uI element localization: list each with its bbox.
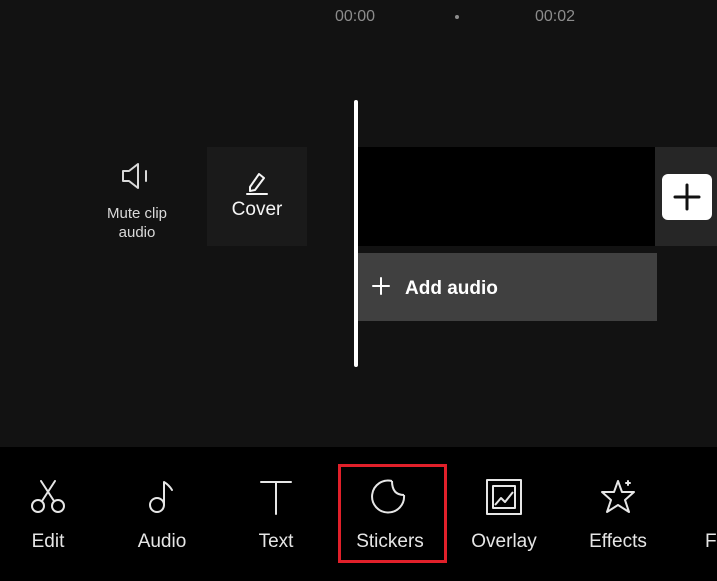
scissors-icon [0,477,103,517]
time-dot [455,15,459,19]
overlay-icon [449,477,559,517]
time-marker-2s: 00:02 [535,8,576,25]
toolbar-label-effects: Effects [589,531,647,552]
toolbar-label-stickers: Stickers [356,531,424,552]
toolbar-item-filters[interactable]: Fi [677,447,717,581]
toolbar-item-text[interactable]: Text [221,447,331,581]
timeline-editor: 00:00 00:02 Mute clip audio Cover Add au… [0,0,717,447]
pencil-icon [207,170,307,196]
cover-label: Cover [231,199,283,220]
sticker-icon [335,477,445,517]
mute-clip-audio-label: Mute clip audio [106,205,168,241]
add-audio-label: Add audio [405,278,498,299]
toolbar-label-edit: Edit [31,531,65,552]
sparkle-star-icon [563,477,673,517]
mute-clip-audio-button[interactable]: Mute clip audio [96,160,178,242]
filter-icon [677,477,717,517]
toolbar-item-edit[interactable]: Edit [0,447,103,581]
speaker-mute-icon [96,160,178,192]
add-clip-button[interactable] [662,174,712,220]
playhead[interactable] [354,100,358,367]
bottom-toolbar: Edit Audio Text Stickers Overlay Effects… [0,447,717,581]
time-marker-start: 00:00 [335,8,376,25]
toolbar-item-overlay[interactable]: Overlay [449,447,559,581]
toolbar-label-audio: Audio [137,531,187,552]
toolbar-item-audio[interactable]: Audio [107,447,217,581]
toolbar-label-overlay: Overlay [471,531,537,552]
toolbar-label-filters: Fi [705,531,717,552]
toolbar-item-stickers[interactable]: Stickers [335,447,445,581]
plus-icon [662,183,712,211]
video-clip[interactable] [358,147,655,246]
toolbar-label-text: Text [258,531,294,552]
toolbar-item-effects[interactable]: Effects [563,447,673,581]
cover-button[interactable]: Cover [207,147,307,246]
text-icon [221,477,331,517]
music-note-icon [107,477,217,517]
add-audio-button[interactable]: Add audio [358,253,657,321]
